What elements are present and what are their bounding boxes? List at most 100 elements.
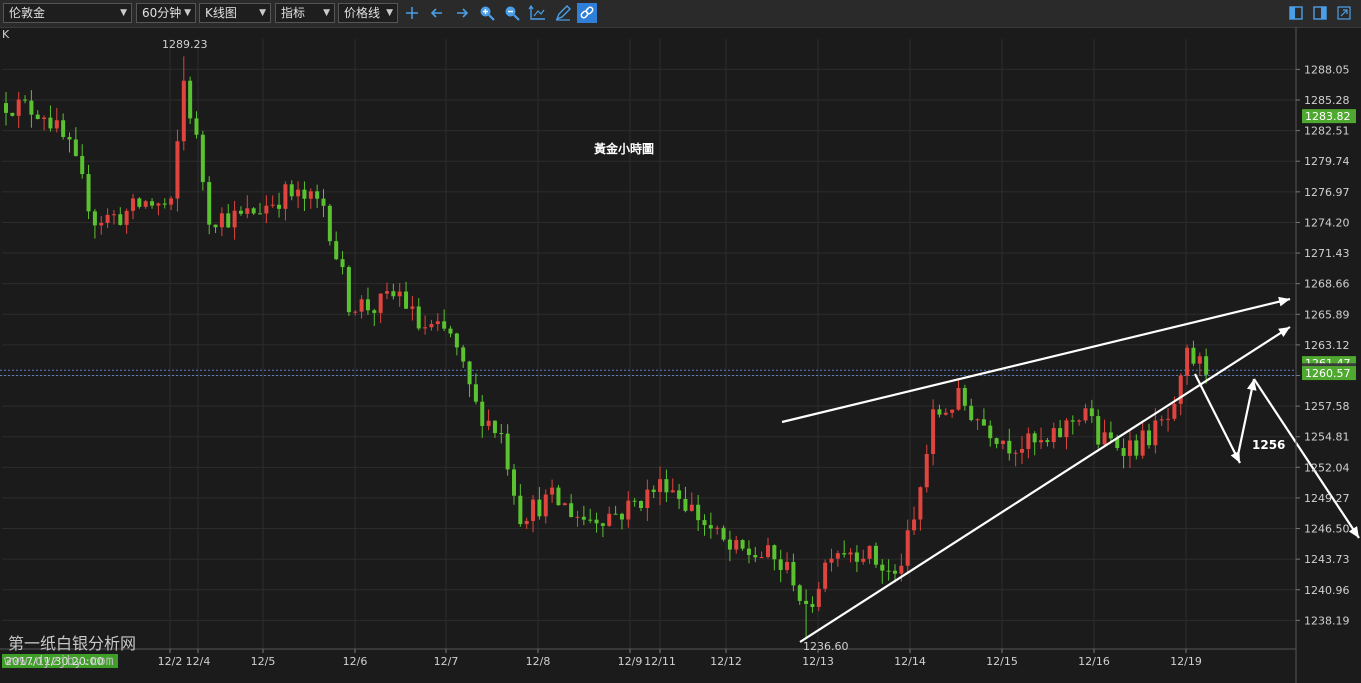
trend-arrow xyxy=(799,326,1291,643)
candle-body xyxy=(251,208,256,214)
candle-body xyxy=(626,500,631,520)
candle-body xyxy=(118,214,123,225)
x-tick-label: 12/11 xyxy=(644,655,676,668)
candle-body xyxy=(823,562,828,589)
price-line-select-label: 价格线 xyxy=(344,6,381,20)
candle-body xyxy=(816,588,821,608)
candle-body xyxy=(854,552,859,562)
candle-body xyxy=(1172,403,1177,419)
symbol-select-label: 伦敦金 xyxy=(9,6,46,20)
symbol-select[interactable]: 伦敦金 ▼ xyxy=(3,3,132,23)
candle-body xyxy=(219,213,224,228)
candle-body xyxy=(873,545,878,565)
candle-body xyxy=(753,555,758,558)
y-tick-label: 1263.12 xyxy=(1304,339,1350,352)
x-tick-label: 12/9 xyxy=(618,655,643,668)
x-tick-label: 12/12 xyxy=(710,655,742,668)
candle-body xyxy=(899,565,904,574)
zoom-in-icon[interactable] xyxy=(477,3,497,23)
y-tick-label: 1265.89 xyxy=(1304,308,1350,321)
candle-body xyxy=(848,552,853,555)
candle-body xyxy=(207,182,212,225)
chart-title: 黃金小時圖 xyxy=(593,141,654,156)
candle-body xyxy=(981,419,986,426)
candle-body xyxy=(238,210,243,214)
maximize-icon[interactable] xyxy=(1334,3,1354,23)
price-tag-text: 1283.82 xyxy=(1305,110,1351,123)
y-tick-label: 1254.81 xyxy=(1304,431,1350,444)
candle-body xyxy=(308,191,313,199)
arrow-right-icon[interactable] xyxy=(452,3,472,23)
candle-body xyxy=(73,139,78,156)
panel-right-icon[interactable] xyxy=(1310,3,1330,23)
candle-body xyxy=(639,501,643,509)
candle-body xyxy=(1108,432,1113,439)
candle-body xyxy=(562,503,567,506)
candle-body xyxy=(658,479,663,493)
chart-corner-label: K xyxy=(2,28,10,41)
candle-body xyxy=(886,570,891,572)
price-line-select[interactable]: 价格线 ▼ xyxy=(338,3,398,23)
candle-body xyxy=(226,213,231,228)
candlestick-chart[interactable]: 1288.05 1285.28 1282.51 1279.74 1276.97 1274.… xyxy=(0,27,1361,683)
candle-body xyxy=(1204,356,1209,375)
candle-body xyxy=(867,545,872,559)
chevron-down-icon: ▼ xyxy=(184,8,191,18)
candle-body xyxy=(943,412,948,415)
candle-body xyxy=(607,513,612,526)
candle-body xyxy=(740,540,745,549)
candle-body xyxy=(340,259,345,268)
chart-type-select[interactable]: K线图 ▼ xyxy=(199,3,271,23)
chevron-down-icon: ▼ xyxy=(386,8,393,18)
candle-body xyxy=(327,205,332,242)
candle-body xyxy=(137,198,142,207)
candle-body xyxy=(473,384,478,402)
candle-body xyxy=(619,513,624,520)
link-icon[interactable] xyxy=(577,3,597,23)
candle-body xyxy=(1045,440,1050,443)
chevron-down-icon: ▼ xyxy=(323,8,330,18)
candle-body xyxy=(632,500,637,502)
candle-body xyxy=(505,433,510,470)
candle-body xyxy=(1140,430,1145,456)
candle-body xyxy=(150,201,155,206)
candle-body xyxy=(734,540,739,550)
candle-body xyxy=(334,241,339,260)
candle-body xyxy=(397,291,402,297)
y-tick-label: 1240.96 xyxy=(1304,584,1350,597)
candle-body xyxy=(556,487,561,506)
candle-body xyxy=(258,213,262,215)
candle-body xyxy=(365,299,370,311)
candle-body xyxy=(181,80,186,142)
zoom-out-icon[interactable] xyxy=(502,3,522,23)
pen-icon[interactable] xyxy=(553,3,573,23)
candle-body xyxy=(435,321,440,324)
panel-left-icon[interactable] xyxy=(1286,3,1306,23)
candle-body xyxy=(454,333,459,348)
y-tick-label: 1243.73 xyxy=(1304,553,1350,566)
price-tag-text: 1260.57 xyxy=(1305,367,1351,380)
candle-body xyxy=(175,141,180,199)
period-select-label: 60分钟 xyxy=(142,6,182,20)
candle-body xyxy=(23,99,28,101)
candle-body xyxy=(1026,433,1031,449)
candle-body xyxy=(111,214,116,216)
candle-body xyxy=(105,214,110,223)
trend-arrow xyxy=(781,297,1291,424)
candle-body xyxy=(499,433,504,435)
candle-body xyxy=(1058,428,1063,438)
axis-icon[interactable] xyxy=(527,3,547,23)
y-tick-label: 1279.74 xyxy=(1304,155,1350,168)
crosshair-icon[interactable] xyxy=(402,3,422,23)
toolbar: 伦敦金 ▼ 60分钟 ▼ K线图 ▼ 指标 ▼ 价格线 ▼ xyxy=(0,0,1361,28)
period-select[interactable]: 60分钟 ▼ xyxy=(136,3,196,23)
candle-body xyxy=(861,558,866,562)
candle-body xyxy=(931,409,936,454)
x-tick-label: 12/2 xyxy=(158,655,183,668)
indicator-select[interactable]: 指标 ▼ xyxy=(275,3,335,23)
arrow-left-icon[interactable] xyxy=(427,3,447,23)
candle-body xyxy=(518,495,523,525)
candle-body xyxy=(410,306,415,309)
candle-body xyxy=(975,419,980,421)
candle-body xyxy=(937,409,942,415)
